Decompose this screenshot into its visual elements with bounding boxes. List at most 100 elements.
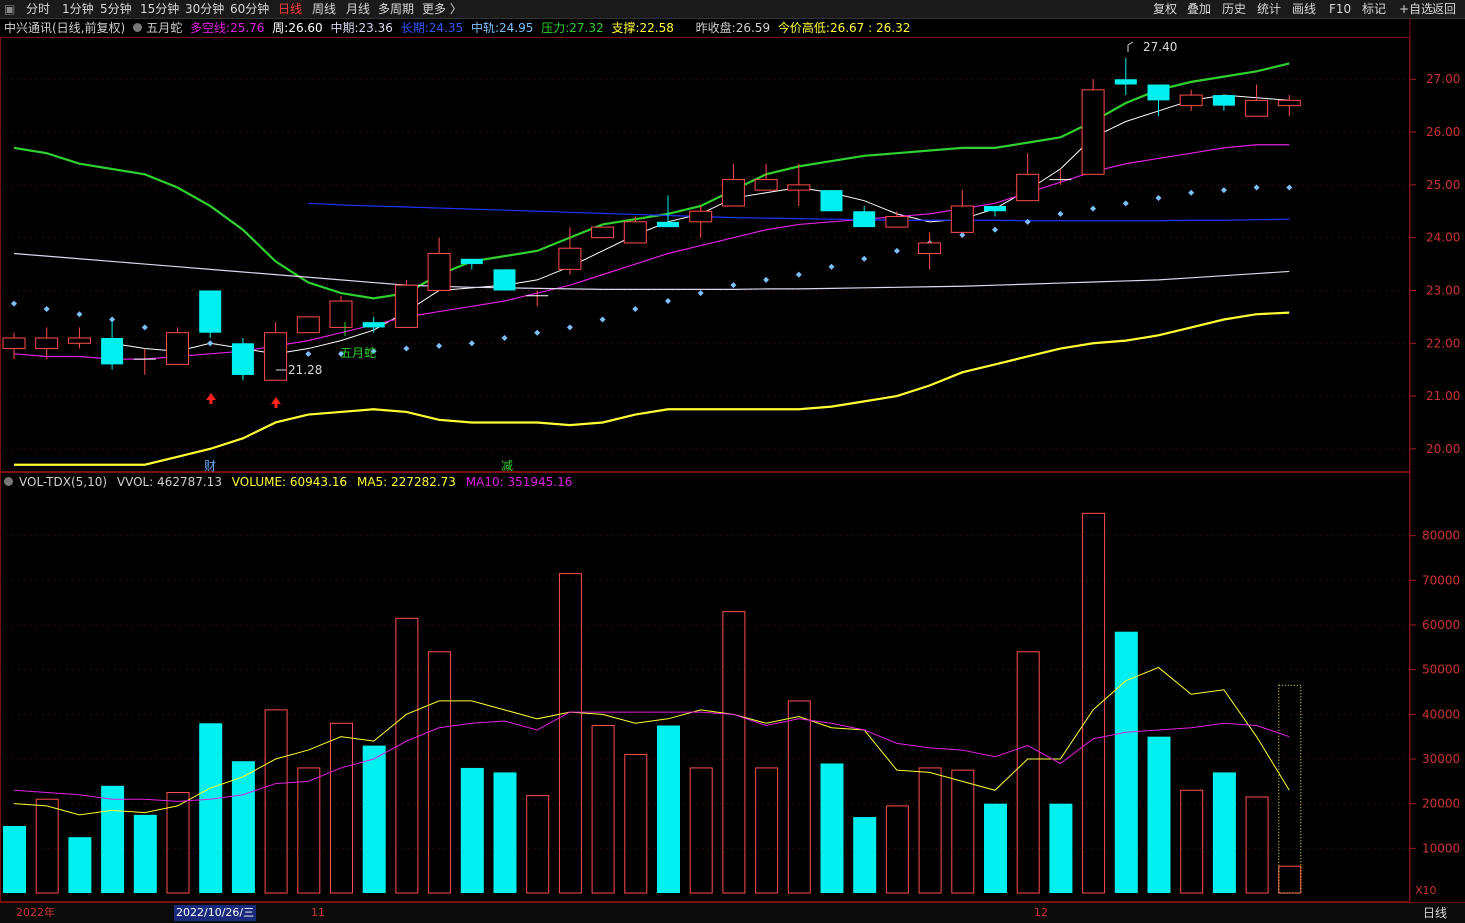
zhonggui-dot xyxy=(43,305,50,312)
volume-bar-down xyxy=(101,785,125,893)
zhonggui-dot xyxy=(566,324,573,331)
price-tick-label: 25.00 xyxy=(1426,178,1460,192)
price-tick-label: 20.00 xyxy=(1426,442,1460,456)
volume-bar-up xyxy=(1016,651,1040,894)
zhonggui-dot xyxy=(109,316,116,323)
zhonggui-dot xyxy=(665,298,671,305)
zhonggui-dot xyxy=(893,247,900,254)
candle-up xyxy=(754,179,778,191)
volume-tick-label: 40000 xyxy=(1422,707,1460,721)
month-12-label: 12 xyxy=(1034,906,1048,919)
candle-up xyxy=(1016,173,1040,202)
volume-bars-layer xyxy=(3,512,1302,894)
zhonggui-dot xyxy=(1253,184,1260,191)
candle-up xyxy=(394,284,418,328)
date-axis-bar: 2022年 2022/10/26/三 11 12 日线 xyxy=(0,902,1465,923)
volume-bar-up xyxy=(918,767,942,894)
candle-up xyxy=(885,216,909,228)
period-label[interactable]: 日线 xyxy=(1423,905,1447,921)
candle-up xyxy=(67,337,91,344)
volume-bar-up xyxy=(395,617,419,894)
price-tick-label: 27.00 xyxy=(1426,72,1460,86)
candle-up xyxy=(35,337,59,350)
stock-chart-svg[interactable]: 20.00 21.00 22.00 23.00 24.00 25.00 26.00 27.00… xyxy=(0,0,1465,922)
volume-tick-label: 50000 xyxy=(1422,663,1460,677)
volume-bar-up xyxy=(624,754,648,894)
zhonggui-dot xyxy=(763,276,770,283)
zhonggui-dot xyxy=(501,334,508,341)
candle-up xyxy=(689,210,713,223)
candle-down xyxy=(231,343,254,375)
cursor-date-label: 2022/10/26/三 xyxy=(174,905,257,921)
price-tick-label: 21.00 xyxy=(1426,389,1460,403)
candle-down xyxy=(362,322,385,328)
volume-bar-down xyxy=(1147,736,1171,893)
finance-event-marker[interactable]: 财 xyxy=(204,459,216,473)
candle-up xyxy=(591,226,615,239)
volume-forecast-box xyxy=(1278,684,1302,894)
price-tick-label: 22.00 xyxy=(1426,336,1460,350)
candle-up xyxy=(918,242,942,255)
zhonggui-dot xyxy=(828,263,835,270)
volume-bar-up xyxy=(35,798,59,894)
candles-layer xyxy=(2,58,1301,381)
candle-down xyxy=(984,205,1006,212)
candle-up xyxy=(1277,99,1301,107)
high-price-pointer xyxy=(1127,41,1134,52)
zhonggui-dot xyxy=(534,329,541,336)
candle-down xyxy=(657,221,679,228)
volume-bar-up xyxy=(591,725,615,894)
volume-bar-up xyxy=(264,709,288,894)
candle-up xyxy=(787,184,811,191)
candle-down xyxy=(853,211,876,228)
volume-tick-label: 60000 xyxy=(1422,618,1460,632)
candle-down xyxy=(199,290,222,333)
candle-down xyxy=(1114,79,1137,85)
candle-up xyxy=(296,316,320,334)
candle-up xyxy=(1245,99,1269,117)
price-tick-label: 23.00 xyxy=(1426,283,1460,297)
volume-unit-label: X10 xyxy=(1415,884,1437,897)
candle-up xyxy=(950,205,974,233)
volume-bar-down xyxy=(362,745,386,893)
volume-bar-up xyxy=(689,767,713,894)
buy-arrow-icon xyxy=(271,397,281,408)
price-axis-layer: 20.00 21.00 22.00 23.00 24.00 25.00 26.00 27.00… xyxy=(1410,72,1460,855)
zhonggui-dot xyxy=(1220,187,1227,194)
volume-bar-down xyxy=(493,772,517,893)
zhonggui-dot xyxy=(305,350,312,357)
volume-bar-down xyxy=(133,814,157,893)
volume-tick-label: 10000 xyxy=(1422,841,1460,855)
volume-bar-down xyxy=(1212,772,1236,893)
month-11-label: 11 xyxy=(311,906,325,919)
candle-up xyxy=(2,337,26,350)
volume-bar-down xyxy=(1114,631,1138,893)
zhonggui-dot xyxy=(632,305,639,312)
volume-bar-up xyxy=(787,700,811,894)
candle-down xyxy=(493,269,516,291)
volume-tick-label: 20000 xyxy=(1422,797,1460,811)
reduce-event-marker[interactable]: 减 xyxy=(501,459,513,473)
zhonggui-dot xyxy=(1286,184,1293,191)
zhonggui-dot xyxy=(697,290,704,297)
volume-bar-down xyxy=(657,725,680,893)
candle-down xyxy=(101,337,124,365)
volume-bar-down xyxy=(3,826,26,893)
low-price-label: 21.28 xyxy=(288,363,322,377)
volume-bar-up xyxy=(1180,789,1204,894)
volume-bar-up xyxy=(330,722,353,894)
zhonggui-dot xyxy=(730,282,737,289)
zhonggui-dot xyxy=(141,324,148,331)
high-price-label: 27.40 xyxy=(1143,40,1177,54)
zhonggui-dot xyxy=(599,316,606,323)
volume-bar-up xyxy=(558,573,582,894)
candle-up xyxy=(721,179,745,207)
snake-signal-label: 五月蛇 xyxy=(340,345,376,360)
volume-bar-up xyxy=(428,651,452,894)
candle-up xyxy=(264,332,288,381)
candle-down xyxy=(460,258,483,265)
candle-down xyxy=(1212,95,1235,106)
candle-up xyxy=(329,300,353,328)
candle-up xyxy=(1179,94,1203,107)
volume-bar-up xyxy=(755,767,779,894)
